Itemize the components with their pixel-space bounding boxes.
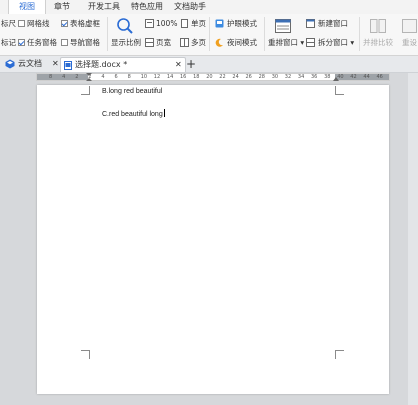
ruler-toggle-label[interactable]: 标尺	[1, 19, 16, 29]
multi-page-icon	[180, 38, 189, 47]
tab-special-apps[interactable]: 特色应用	[131, 0, 163, 14]
ribbon: 标尺 标记 网格线 表格虚框 任务窗格 导航窗格 显示比例 100% 页宽 单页…	[0, 14, 418, 56]
page-width-icon	[145, 38, 154, 47]
single-page-icon	[181, 19, 188, 28]
dropdown-arrow-icon: ▾	[298, 38, 305, 47]
ribbon-divider	[209, 17, 210, 51]
tab-section[interactable]: 章节	[54, 0, 70, 14]
indent-marker-icon[interactable]	[86, 73, 92, 81]
single-page-button[interactable]: 单页	[191, 19, 206, 29]
new-window-button[interactable]: 新建窗口	[318, 19, 348, 29]
page-100-icon	[145, 19, 154, 28]
checkbox-checked[interactable]	[61, 20, 68, 27]
magnifier-icon[interactable]	[116, 17, 134, 35]
new-tab-button[interactable]: +	[186, 57, 196, 71]
ruler-number: 8	[127, 74, 131, 80]
ruler-number: 18	[193, 74, 200, 80]
margin-corner-mark	[335, 86, 344, 95]
word-doc-icon	[64, 61, 72, 70]
dropdown-arrow-icon: ▾	[348, 38, 355, 47]
task-pane-checkbox[interactable]: 任务窗格	[18, 38, 57, 48]
ruler-number: 42	[350, 74, 357, 80]
file-tab-title: 选择题.docx *	[75, 60, 128, 69]
vertical-scrollbar[interactable]	[408, 73, 418, 405]
text-caret	[163, 109, 165, 117]
ribbon-divider	[359, 17, 360, 51]
document-tab-bar: 云文档 ✕ 选择题.docx * ✕ +	[0, 56, 418, 73]
menu-bar: 视图 章节 开发工具 特色应用 文档助手	[0, 0, 418, 15]
ruler-number: 16	[180, 74, 187, 80]
reset-position-icon[interactable]	[402, 18, 418, 34]
markup-toggle-label[interactable]: 标记	[1, 38, 16, 48]
ruler-number: 32	[284, 74, 292, 80]
tab-developer-tools[interactable]: 开发工具	[88, 0, 120, 14]
ruler-number: 12	[153, 74, 161, 80]
ruler-number: 14	[166, 74, 174, 80]
moon-icon	[215, 38, 223, 47]
page-width-button[interactable]: 页宽	[156, 38, 171, 48]
ruler-number: 46	[376, 74, 383, 80]
ruler-number: 30	[271, 74, 279, 80]
split-window-icon	[306, 38, 315, 47]
checkbox-checked[interactable]	[18, 39, 25, 46]
margin-corner-mark	[335, 350, 344, 359]
arrange-window-button[interactable]: 重排窗口 ▾	[268, 38, 304, 48]
ruler-number: 38	[324, 74, 331, 80]
zoom-100-button[interactable]: 100%	[156, 19, 177, 29]
split-window-button[interactable]: 拆分窗口 ▾	[318, 38, 354, 48]
document-page[interactable]: B.long red beautiful C.red beautiful lon…	[37, 85, 389, 394]
gridlines-checkbox[interactable]: 网格线	[18, 19, 50, 29]
side-by-side-icon[interactable]	[370, 18, 386, 34]
multi-page-button[interactable]: 多页	[191, 38, 206, 48]
ruler-number: 36	[311, 74, 318, 80]
ruler-number: 2	[75, 74, 79, 80]
ruler-number: 4	[101, 74, 105, 80]
eye-mode-button[interactable]: 护眼模式	[227, 19, 257, 29]
ruler-number: 34	[297, 74, 305, 80]
ribbon-divider	[264, 17, 265, 51]
ribbon-divider	[107, 17, 108, 51]
ruler-number: 4	[62, 74, 66, 80]
cloud-icon	[5, 59, 15, 69]
reset-position-button[interactable]: 重设	[402, 38, 417, 48]
table-dotted-checkbox[interactable]: 表格虚框	[61, 19, 100, 29]
ruler-number: 24	[232, 74, 239, 80]
horizontal-ruler[interactable]: 8 4 2 2 4 6 8 10 12 14 16 18 20 22 24 26 28 30 32 34 36 38 40 4…	[36, 73, 390, 81]
ruler-number: 6	[114, 74, 118, 80]
zoom-ratio-button[interactable]: 显示比例	[111, 38, 141, 48]
text-line-c[interactable]: C.red beautiful long	[102, 109, 165, 118]
margin-corner-mark	[81, 86, 90, 95]
arrange-windows-icon[interactable]	[275, 18, 291, 34]
ruler-number: 26	[245, 74, 252, 80]
close-icon[interactable]: ✕	[52, 57, 59, 71]
ruler-number: 44	[363, 74, 370, 80]
tab-doc-assistant[interactable]: 文档助手	[174, 0, 206, 14]
text-line-b[interactable]: B.long red beautiful	[102, 88, 162, 95]
ruler-number: 8	[49, 74, 53, 80]
cloud-docs-tab[interactable]: 云文档	[18, 57, 42, 71]
night-mode-button[interactable]: 夜间模式	[227, 38, 257, 48]
nav-pane-checkbox[interactable]: 导航窗格	[61, 38, 100, 48]
file-tab[interactable]: 选择题.docx * ✕	[60, 57, 186, 72]
new-window-icon	[306, 19, 315, 28]
margin-corner-mark	[81, 350, 90, 359]
eye-protection-icon	[215, 19, 224, 28]
checkbox-unchecked[interactable]	[18, 20, 25, 27]
checkbox-unchecked[interactable]	[61, 39, 68, 46]
ruler-number: 28	[258, 74, 265, 80]
right-indent-marker-icon[interactable]	[333, 77, 339, 81]
ruler-number: 10	[140, 74, 148, 80]
side-by-side-button[interactable]: 并排比较	[363, 38, 393, 48]
ruler-number: 22	[219, 74, 226, 80]
tab-view[interactable]: 视图	[8, 0, 46, 15]
close-icon[interactable]: ✕	[175, 58, 182, 72]
ruler-number: 20	[206, 74, 213, 80]
